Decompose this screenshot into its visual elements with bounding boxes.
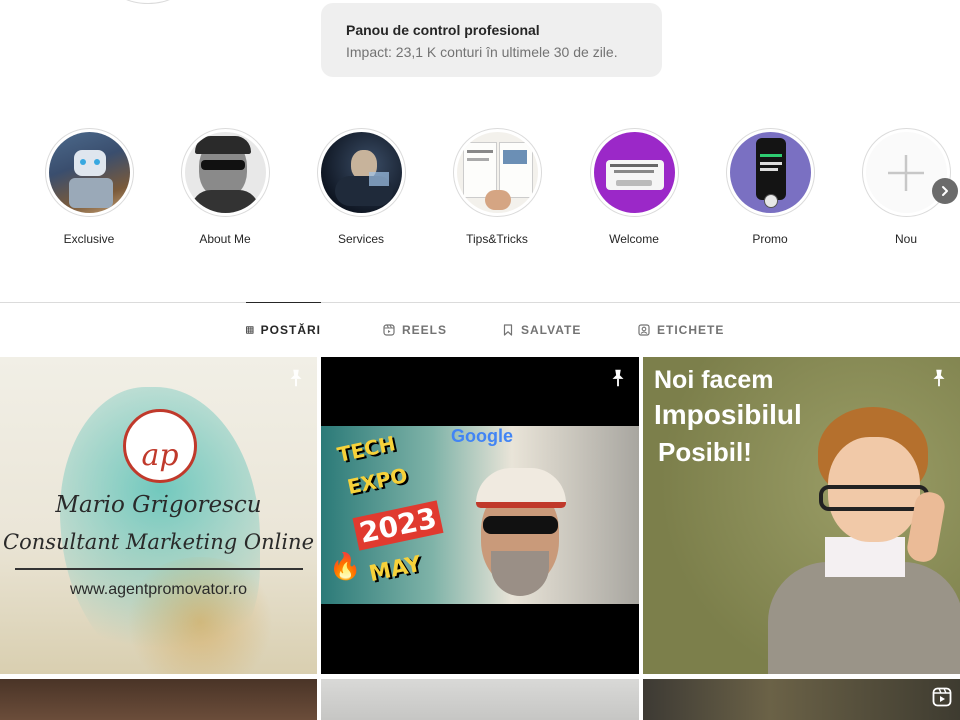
tab-tagged[interactable]: ETICHETE — [638, 303, 724, 357]
highlight-label: Nou — [894, 232, 917, 246]
fire-icon: 🔥 — [329, 552, 362, 582]
post-caption-name: Mario Grigorescu — [55, 492, 262, 518]
brand-logo: ap — [123, 409, 197, 483]
pin-icon — [290, 369, 302, 387]
divider — [15, 568, 303, 570]
highlight-label: Welcome — [609, 232, 659, 246]
profile-tabs: POSTĂRI REELS SALVATE ETICHETE — [0, 302, 960, 357]
google-sign: Google — [451, 426, 513, 446]
highlight-label: Tips&Tricks — [466, 232, 528, 246]
highlight-welcome[interactable]: Welcome — [584, 128, 684, 247]
highlight-tips-tricks[interactable]: Tips&Tricks — [447, 128, 547, 247]
plus-icon — [865, 132, 947, 213]
chevron-right-icon[interactable] — [932, 178, 958, 204]
profile-avatar-edge[interactable] — [110, 0, 186, 4]
tab-label: REELS — [402, 323, 448, 337]
story-highlights: Exclusive About Me Services Tips&Tricks … — [0, 128, 960, 248]
post-tile-3[interactable]: Noi facem Imposibilul Posibil! — [643, 357, 960, 674]
tab-label: SALVATE — [521, 323, 582, 337]
post-tile-1[interactable]: ap Mario Grigorescu Consultant Marketing… — [0, 357, 317, 674]
tab-reels[interactable]: REELS — [383, 303, 447, 357]
highlight-exclusive[interactable]: Exclusive — [39, 128, 139, 247]
reels-icon — [383, 324, 395, 336]
highlight-promo[interactable]: Promo — [720, 128, 820, 247]
post-caption-role: Consultant Marketing Online — [3, 530, 314, 554]
highlight-cover — [48, 132, 130, 213]
tab-label: POSTĂRI — [260, 322, 321, 337]
posts-grid: ap Mario Grigorescu Consultant Marketing… — [0, 357, 960, 720]
pin-icon — [933, 369, 945, 387]
dashboard-title: Panou de control profesional — [346, 22, 540, 38]
highlight-cover — [593, 132, 675, 213]
highlight-about-me[interactable]: About Me — [175, 128, 275, 247]
tab-posts[interactable]: POSTĂRI — [246, 302, 321, 356]
highlight-label: Services — [337, 232, 384, 246]
highlight-cover — [729, 132, 811, 213]
post-text-line1: Noi facem — [654, 366, 774, 394]
post-tile-4[interactable] — [0, 679, 317, 720]
post-text-line3: Posibil! — [658, 437, 752, 467]
post-text-line2: Imposibilul — [654, 399, 802, 430]
highlight-label: About Me — [199, 232, 251, 246]
highlight-label: Promo — [752, 232, 788, 246]
highlight-cover — [320, 132, 402, 213]
tagged-icon — [638, 324, 650, 336]
highlight-services[interactable]: Services — [311, 128, 411, 247]
bookmark-icon — [503, 324, 513, 336]
tab-saved[interactable]: SALVATE — [502, 303, 581, 357]
highlight-label: Exclusive — [63, 232, 115, 246]
dashboard-subtitle: Impact: 23,1 K conturi în ultimele 30 de… — [346, 44, 618, 60]
highlight-cover — [184, 132, 266, 213]
post-tile-6[interactable] — [643, 679, 960, 720]
pin-icon — [612, 369, 624, 387]
tab-label: ETICHETE — [657, 323, 725, 337]
post-tile-2[interactable]: Google TECH EXPO 2023 🔥 MAY — [321, 357, 639, 674]
grid-icon — [246, 325, 254, 334]
highlight-cover — [456, 132, 538, 213]
professional-dashboard[interactable]: Panou de control profesional Impact: 23,… — [321, 3, 662, 77]
post-caption-url: www.agentpromovator.ro — [70, 581, 247, 598]
post-tile-5[interactable] — [321, 679, 639, 720]
reel-icon — [932, 687, 952, 707]
